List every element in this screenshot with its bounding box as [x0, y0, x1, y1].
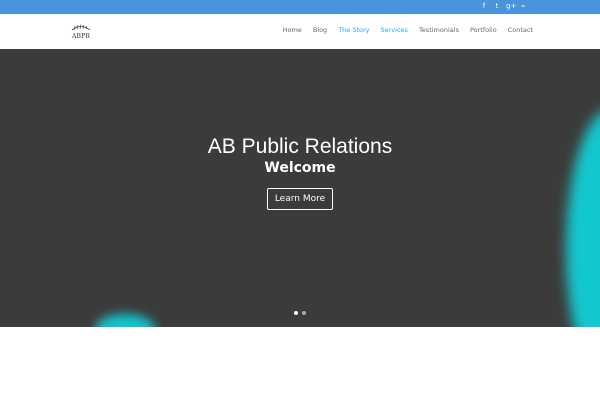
learn-more-button[interactable]: Learn More [267, 188, 333, 210]
facebook-icon[interactable]: f [480, 2, 488, 11]
slide-dot-1[interactable] [294, 311, 298, 315]
slide-dot-2[interactable] [302, 311, 306, 315]
content-area [0, 327, 600, 400]
top-bar: f t g+ ⌁ [0, 0, 600, 14]
nav-services[interactable]: Services [381, 26, 408, 34]
logo[interactable]: ABPR [70, 22, 92, 42]
nav-contact[interactable]: Contact [508, 26, 533, 34]
hero-slider: AB Public Relations Welcome Learn More [0, 49, 600, 327]
nav-blog[interactable]: Blog [313, 26, 327, 34]
main-nav: Home Blog The Story Services Testimonial… [283, 26, 533, 34]
rss-icon[interactable]: ⌁ [519, 2, 527, 11]
google-plus-icon[interactable]: g+ [506, 2, 516, 11]
nav-the-story[interactable]: The Story [338, 26, 369, 34]
logo-mark-icon [71, 24, 91, 31]
social-links: f t g+ ⌁ [480, 2, 527, 11]
nav-portfolio[interactable]: Portfolio [470, 26, 497, 34]
logo-text: ABPR [71, 33, 91, 40]
decorative-blob [95, 314, 155, 327]
hero-title: AB Public Relations [207, 135, 393, 158]
twitter-icon[interactable]: t [493, 2, 501, 11]
hero-subtitle: Welcome [264, 160, 336, 176]
nav-testimonials[interactable]: Testimonials [419, 26, 459, 34]
nav-home[interactable]: Home [283, 26, 302, 34]
slider-pagination [294, 311, 306, 315]
site-header: ABPR Home Blog The Story Services Testim… [0, 14, 600, 49]
